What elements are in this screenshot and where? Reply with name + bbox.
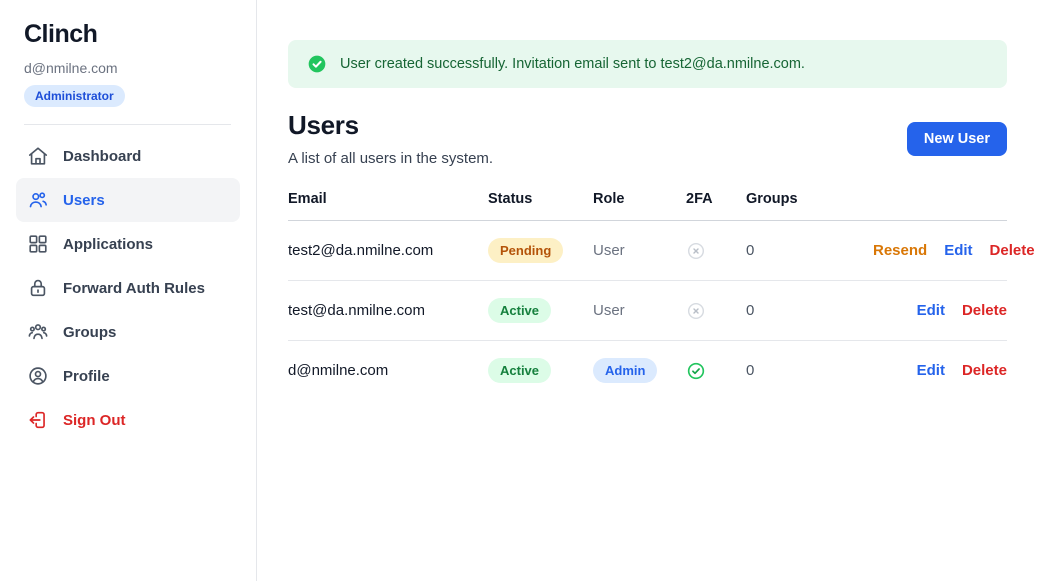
role-badge-admin: Admin [593,358,657,383]
sidebar-item-dashboard[interactable]: Dashboard [16,134,240,178]
user-email-cell: d@nmilne.com [288,341,488,401]
delete-link[interactable]: Delete [962,302,1007,319]
users-table: EmailStatusRole2FAGroups test2@da.nmilne… [288,191,1007,400]
page-header: Users A list of all users in the system.… [288,110,1007,167]
success-check-icon [307,54,327,74]
edit-link[interactable]: Edit [944,242,972,259]
lock-icon [27,277,49,299]
delete-link[interactable]: Delete [990,242,1035,259]
user-email-cell: test@da.nmilne.com [288,281,488,341]
users-icon [27,189,49,211]
table-row: test@da.nmilne.comActive User 0 Edit Delete [288,281,1007,341]
twofa-enabled-icon [686,361,746,381]
table-row: test2@da.nmilne.comPending User 0 Resend Edi… [288,221,1007,281]
resend-link[interactable]: Resend [873,242,927,259]
role-text: User [593,302,625,319]
sidebar-item-applications[interactable]: Applications [16,222,240,266]
status-badge: Pending [488,238,563,263]
sidebar-divider [24,124,231,125]
edit-link[interactable]: Edit [917,302,945,319]
new-user-button[interactable]: New User [907,122,1007,156]
sidebar-item-sign-out[interactable]: Sign Out [16,398,240,442]
brand-logo: Clinch [16,20,240,49]
sign-out-icon [27,409,49,431]
sidebar-item-label: Users [63,192,105,209]
row-actions: Edit Delete [856,341,1007,401]
sidebar-nav: Dashboard Users Applications Forward Auth R… [16,134,240,442]
sidebar-item-label: Applications [63,236,153,253]
success-banner: User created successfully. Invitation em… [288,40,1007,88]
twofa-disabled-icon [686,301,746,321]
people-group-icon [27,321,49,343]
column-header-email: Email [288,191,488,221]
table-body: test2@da.nmilne.comPending User 0 Resend Edi… [288,221,1007,401]
page-subtitle: A list of all users in the system. [288,150,493,167]
column-header-status: Status [488,191,593,221]
app-window: Clinch d@nmilne.com Administrator Dashbo… [0,0,1039,581]
column-header-actions [856,191,1007,221]
current-user-email: d@nmilne.com [16,60,240,76]
column-header-groups: Groups [746,191,856,221]
groups-count: 0 [746,221,856,281]
table-row: d@nmilne.comActive Admin 0 Edit Delete [288,341,1007,401]
person-circle-icon [27,365,49,387]
main-content: User created successfully. Invitation em… [257,0,1039,581]
twofa-disabled-icon [686,241,746,261]
role-badge: Administrator [24,85,125,107]
role-text: User [593,242,625,259]
grid-icon [27,233,49,255]
sidebar-item-label: Groups [63,324,116,341]
sidebar-item-forward-auth-rules[interactable]: Forward Auth Rules [16,266,240,310]
groups-count: 0 [746,281,856,341]
row-actions: ResendEditDelete [856,221,1007,281]
table-header-row: EmailStatusRole2FAGroups [288,191,1007,221]
page-title: Users [288,110,493,141]
sidebar-item-label: Sign Out [63,412,126,429]
status-badge: Active [488,298,551,323]
sidebar-item-label: Dashboard [63,148,141,165]
delete-link[interactable]: Delete [962,362,1007,379]
sidebar-item-label: Forward Auth Rules [63,280,205,297]
success-banner-message: User created successfully. Invitation em… [340,56,805,72]
column-header-role: Role [593,191,686,221]
user-email-cell: test2@da.nmilne.com [288,221,488,281]
groups-count: 0 [746,341,856,401]
row-actions: Edit Delete [856,281,1007,341]
edit-link[interactable]: Edit [917,362,945,379]
sidebar-item-label: Profile [63,368,110,385]
status-badge: Active [488,358,551,383]
sidebar-item-profile[interactable]: Profile [16,354,240,398]
sidebar: Clinch d@nmilne.com Administrator Dashbo… [0,0,257,581]
column-header-2fa: 2FA [686,191,746,221]
sidebar-item-groups[interactable]: Groups [16,310,240,354]
sidebar-item-users[interactable]: Users [16,178,240,222]
home-icon [27,145,49,167]
